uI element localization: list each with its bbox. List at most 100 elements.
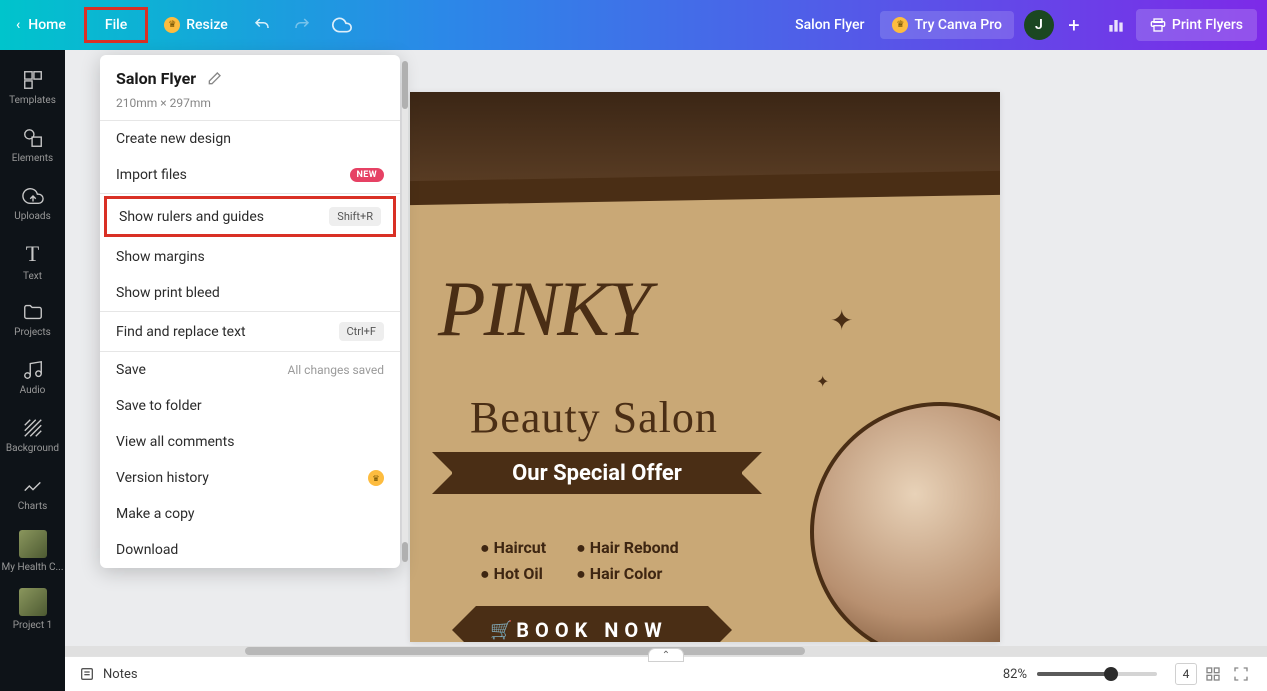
sidebar-elements[interactable]: Elements: [0, 116, 65, 174]
menu-label: Save to folder: [116, 398, 202, 414]
redo-icon: [293, 16, 311, 34]
design-script-title[interactable]: PINKY: [438, 278, 649, 340]
elements-icon: [22, 127, 44, 149]
document-title[interactable]: Salon Flyer: [795, 17, 864, 33]
zoom-slider[interactable]: [1037, 672, 1157, 676]
keyboard-shortcut: Shift+R: [329, 207, 381, 226]
menu-view-all-comments[interactable]: View all comments: [100, 424, 400, 460]
menu-label: Show rulers and guides: [119, 209, 264, 225]
bar-chart-icon: [1106, 15, 1126, 35]
menu-show-margins[interactable]: Show margins: [100, 239, 400, 275]
menu-show-print-bleed[interactable]: Show print bleed: [100, 275, 400, 311]
dropdown-scrollbar[interactable]: [402, 61, 408, 562]
page-toggle-handle[interactable]: ⌃: [648, 648, 684, 662]
menu-import-files[interactable]: Import files NEW: [100, 157, 400, 193]
menu-version-history[interactable]: Version history ♛: [100, 460, 400, 496]
home-label: Home: [28, 17, 66, 33]
menu-label: View all comments: [116, 434, 234, 450]
menu-save[interactable]: Save All changes saved: [100, 352, 400, 388]
sparkle-icon: ✦: [830, 304, 853, 337]
design-offer-ribbon[interactable]: Our Special Offer: [452, 452, 742, 494]
crown-icon: ♛: [164, 17, 180, 33]
home-button[interactable]: ‹ Home: [0, 0, 82, 50]
save-status-text: All changes saved: [288, 363, 384, 377]
menu-create-new-design[interactable]: Create new design: [100, 121, 400, 157]
notes-label: Notes: [103, 667, 138, 682]
menu-make-a-copy[interactable]: Make a copy: [100, 496, 400, 532]
rail-label: Elements: [12, 153, 53, 164]
cloud-icon: [332, 15, 352, 35]
scrollbar-thumb[interactable]: [402, 542, 408, 562]
templates-icon: [22, 69, 44, 91]
sidebar-projects[interactable]: Projects: [0, 290, 65, 348]
page-count[interactable]: 4: [1175, 663, 1197, 685]
pencil-icon[interactable]: [206, 71, 222, 87]
avatar-initial: J: [1035, 17, 1043, 33]
print-flyers-button[interactable]: Print Flyers: [1136, 9, 1257, 41]
try-pro-label: Try Canva Pro: [914, 17, 1001, 33]
design-hero-image: [410, 92, 1000, 188]
zoom-percentage[interactable]: 82%: [1003, 667, 1027, 682]
chevron-left-icon: ‹: [16, 17, 20, 33]
redo-button[interactable]: [282, 0, 322, 50]
sidebar-app-project1[interactable]: Project 1: [0, 580, 65, 638]
notes-icon: [79, 666, 95, 682]
file-label: File: [105, 17, 127, 33]
print-label: Print Flyers: [1172, 17, 1243, 33]
sidebar-audio[interactable]: Audio: [0, 348, 65, 406]
folder-icon: [22, 301, 44, 323]
printer-icon: [1150, 17, 1166, 33]
menu-show-rulers-guides[interactable]: Show rulers and guides Shift+R: [104, 196, 396, 237]
design-services-list[interactable]: ● Haircut ● Hot Oil ● Hair Rebond ● Hair…: [480, 538, 705, 590]
fullscreen-button[interactable]: [1229, 662, 1253, 686]
audio-icon: [22, 359, 44, 381]
sidebar-app-myhealth[interactable]: My Health C...: [0, 522, 65, 580]
rail-label: Projects: [14, 327, 51, 338]
sidebar-background[interactable]: Background: [0, 406, 65, 464]
design-page[interactable]: PINKY Beauty Salon ✦ ✦ Our Special Offer…: [410, 92, 1000, 642]
scrollbar-thumb[interactable]: [245, 647, 805, 655]
sidebar-uploads[interactable]: Uploads: [0, 174, 65, 232]
top-toolbar: ‹ Home File ♛ Resize Salon Flyer ♛ Try C…: [0, 0, 1267, 50]
menu-label: Show print bleed: [116, 285, 220, 301]
scrollbar-thumb[interactable]: [402, 61, 408, 109]
notes-button[interactable]: Notes: [79, 666, 138, 682]
insights-button[interactable]: [1096, 0, 1136, 50]
uploads-icon: [22, 185, 44, 207]
grid-view-button[interactable]: [1201, 662, 1225, 686]
file-menu-button[interactable]: File: [84, 7, 148, 43]
sidebar-text[interactable]: T Text: [0, 232, 65, 290]
rail-label: Uploads: [14, 211, 50, 222]
zoom-slider-thumb[interactable]: [1104, 667, 1118, 681]
user-avatar[interactable]: J: [1024, 10, 1054, 40]
sidebar-templates[interactable]: Templates: [0, 58, 65, 116]
try-pro-button[interactable]: ♛ Try Canva Pro: [880, 11, 1013, 39]
rail-label: Project 1: [13, 620, 53, 631]
keyboard-shortcut: Ctrl+F: [339, 322, 384, 341]
design-book-now-button[interactable]: 🛒 BOOK NOW: [476, 606, 708, 642]
menu-download[interactable]: Download: [100, 532, 400, 568]
app-thumb-icon: [19, 530, 47, 558]
design-portrait-image[interactable]: [810, 402, 1000, 642]
undo-icon: [253, 16, 271, 34]
share-plus-button[interactable]: +: [1060, 11, 1088, 39]
cloud-sync-button[interactable]: [322, 0, 362, 50]
design-subtitle[interactable]: Beauty Salon: [470, 392, 718, 443]
sparkle-icon: ✦: [816, 372, 829, 391]
rail-label: Background: [6, 443, 59, 454]
menu-find-replace[interactable]: Find and replace text Ctrl+F: [100, 312, 400, 351]
service-item: ● Hair Color: [576, 564, 678, 584]
service-item: ● Hot Oil: [480, 564, 546, 584]
menu-save-to-folder[interactable]: Save to folder: [100, 388, 400, 424]
menu-label: Download: [116, 542, 178, 558]
crown-icon: ♛: [368, 470, 384, 486]
undo-button[interactable]: [242, 0, 282, 50]
new-badge: NEW: [350, 168, 385, 182]
resize-button[interactable]: ♛ Resize: [150, 0, 242, 50]
sidebar-charts[interactable]: Charts: [0, 464, 65, 522]
rail-label: Charts: [18, 501, 48, 512]
cart-icon: 🛒: [490, 620, 518, 641]
menu-label: Find and replace text: [116, 324, 246, 340]
rail-label: Audio: [20, 385, 46, 396]
menu-label: Create new design: [116, 131, 231, 147]
